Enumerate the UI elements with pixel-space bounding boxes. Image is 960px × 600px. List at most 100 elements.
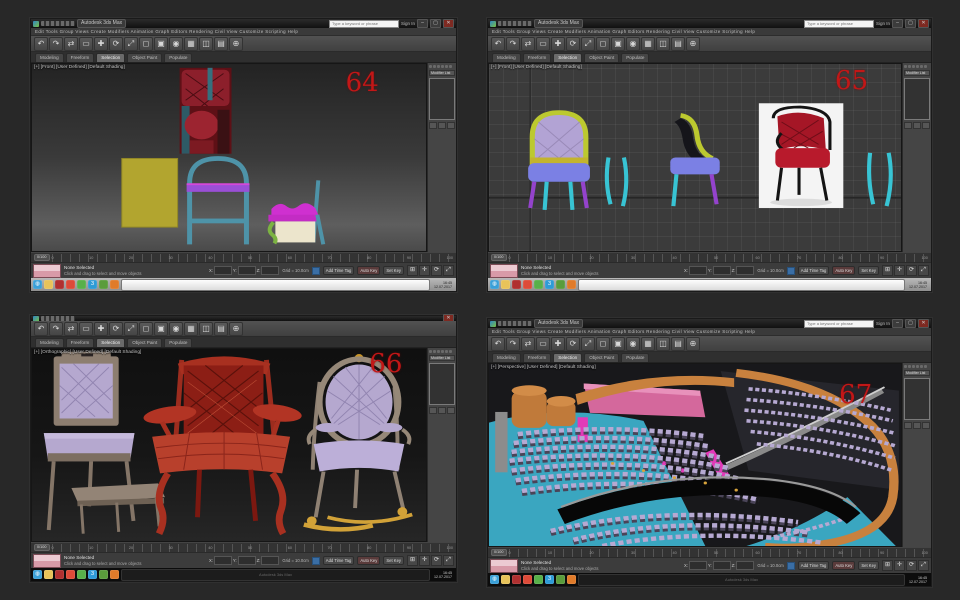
open-window-button[interactable] (121, 279, 430, 291)
windows-taskbar[interactable]: ◍3 16:4512.07.2017 (488, 278, 931, 291)
title-bar[interactable]: Autodesk 3ds Max Sign In – ▢ ✕ (488, 19, 931, 28)
command-panel-tabs[interactable] (904, 65, 930, 68)
modifier-list-dropdown[interactable]: Modifier List (429, 70, 455, 76)
media-player-icon[interactable] (55, 570, 64, 579)
reference-photo-red-chairs[interactable] (180, 68, 232, 154)
messenger-icon[interactable] (534, 280, 543, 289)
app-3-icon[interactable]: 3 (88, 280, 97, 289)
select-link-icon[interactable]: ⇄ (64, 37, 78, 51)
zoom-extents-icon[interactable]: ⊞ (407, 555, 418, 566)
selection-region-icon[interactable]: ▭ (79, 37, 93, 51)
viewport-label[interactable]: [+] [Front] [User Defined] [Default Shad… (34, 65, 125, 70)
max-app-icon[interactable] (556, 575, 565, 584)
maximize-viewport-icon[interactable]: ⤢ (443, 265, 454, 276)
redo-icon[interactable]: ↷ (49, 322, 63, 336)
chair-front-outline[interactable] (187, 158, 250, 244)
system-tray-clock[interactable]: 16:4512.07.2017 (907, 576, 929, 584)
photoshop-app-icon[interactable] (567, 575, 576, 584)
viewport-front[interactable]: [+] [Front] [User Defined] [Default Shad… (31, 63, 427, 252)
maximize-button[interactable]: ▢ (905, 319, 916, 328)
maximize-viewport-icon[interactable]: ⤢ (918, 560, 929, 571)
curve-editor-icon[interactable]: ▤ (671, 37, 685, 51)
set-key-button[interactable]: Set Key (383, 266, 404, 275)
coordinate-display[interactable]: X: Y: Z: (684, 561, 754, 570)
viewport-front[interactable]: [+] [Front] [User Defined] [Default Shad… (488, 63, 902, 252)
scale-icon[interactable]: ⤢ (124, 37, 138, 51)
pan-icon[interactable]: ✛ (419, 265, 430, 276)
rib-tab-item[interactable]: Freeform (66, 53, 95, 62)
add-time-tag[interactable]: Add Time Tag (323, 556, 355, 565)
rotate-icon[interactable]: ⟳ (566, 37, 580, 51)
maximize-button[interactable]: ▢ (430, 19, 441, 28)
rib-tab-item[interactable]: Object Paint (584, 353, 619, 362)
infocenter-search-input[interactable] (329, 20, 399, 28)
command-panel[interactable]: Modifier List (902, 63, 931, 252)
material-editor-icon[interactable]: ◉ (626, 37, 640, 51)
viewport-label[interactable]: [+] [Orthographic] [User Defined] [Defau… (34, 350, 141, 355)
windows-taskbar[interactable]: ◍3 Autodesk 3ds Max 16:4512.07.2017 (488, 573, 931, 586)
auto-key-button[interactable]: Auto Key (832, 561, 855, 570)
title-bar[interactable]: Autodesk 3ds Max Sign In – ▢ ✕ (31, 19, 456, 28)
media-player-icon[interactable] (55, 280, 64, 289)
command-panel[interactable]: Modifier List (427, 63, 456, 252)
snap-toggle-icon[interactable]: ◻ (596, 337, 610, 351)
rib-tab-item[interactable]: Populate (621, 53, 649, 62)
rib-tab-item[interactable]: Object Paint (127, 53, 162, 62)
curve-editor-icon[interactable]: ▤ (671, 337, 685, 351)
media-player-icon[interactable] (512, 575, 521, 584)
mirror-icon[interactable]: ⊕ (686, 37, 700, 51)
orbit-icon[interactable]: ⟳ (906, 560, 917, 571)
app-3-icon[interactable]: 3 (88, 570, 97, 579)
sign-in-label[interactable]: Sign In (876, 21, 890, 26)
pan-icon[interactable]: ✛ (419, 555, 430, 566)
rib-tab-item[interactable]: Selection (96, 338, 125, 347)
max-app-icon[interactable] (99, 570, 108, 579)
modifier-list-dropdown[interactable]: Modifier List (904, 370, 930, 376)
set-key-button[interactable]: Set Key (858, 561, 879, 570)
close-button[interactable]: ✕ (443, 19, 454, 28)
render-setup-icon[interactable]: ▦ (641, 337, 655, 351)
windows-taskbar[interactable]: ◍3 16:4512.07.2017 (31, 278, 456, 291)
minimize-button[interactable]: – (892, 319, 903, 328)
scale-icon[interactable]: ⤢ (581, 37, 595, 51)
set-key-button[interactable]: Set Key (858, 266, 879, 275)
zoom-extents-icon[interactable]: ⊞ (882, 265, 893, 276)
selection-region-icon[interactable]: ▭ (79, 322, 93, 336)
quick-access-toolbar[interactable] (41, 21, 75, 26)
menu-bar[interactable]: Edit Tools Group Views Create Modifiers … (31, 28, 456, 36)
stack-buttons[interactable] (904, 422, 930, 429)
zoom-extents-icon[interactable]: ⊞ (882, 560, 893, 571)
material-editor-icon[interactable]: ◉ (169, 322, 183, 336)
maximize-viewport-icon[interactable]: ⤢ (918, 265, 929, 276)
rib-tab-item[interactable]: Modeling (35, 53, 64, 62)
mirror-icon[interactable]: ⊕ (686, 337, 700, 351)
track-bar[interactable]: 0/100 0102030405060708090100 (31, 252, 456, 262)
material-editor-icon[interactable]: ◉ (169, 37, 183, 51)
modifier-stack[interactable] (904, 78, 930, 120)
render-setup-icon[interactable]: ▦ (641, 37, 655, 51)
command-panel-tabs[interactable] (429, 65, 455, 68)
infocenter-search-input[interactable] (804, 320, 874, 328)
rib-tab-item[interactable]: Populate (164, 338, 192, 347)
modifier-list-dropdown[interactable]: Modifier List (429, 355, 455, 361)
rib-tab-item[interactable]: Selection (553, 53, 582, 62)
coordinate-display[interactable]: X: Y: Z: (209, 266, 279, 275)
rib-tab-item[interactable]: Selection (96, 53, 125, 62)
rocking-chair[interactable] (304, 354, 412, 529)
messenger-icon[interactable] (77, 280, 86, 289)
modifier-stack[interactable] (429, 78, 455, 120)
time-tag-icon[interactable] (312, 267, 320, 275)
layer-manager-icon[interactable]: ◫ (199, 322, 213, 336)
snap-toggle-icon[interactable]: ◻ (596, 37, 610, 51)
auto-key-button[interactable]: Auto Key (832, 266, 855, 275)
rotate-icon[interactable]: ⟳ (109, 37, 123, 51)
snap-toggle-icon[interactable]: ◻ (139, 37, 153, 51)
messenger-icon[interactable] (534, 575, 543, 584)
select-move-icon[interactable]: ✚ (94, 37, 108, 51)
selection-region-icon[interactable]: ▭ (536, 37, 550, 51)
rib-tab-item[interactable]: Selection (553, 353, 582, 362)
max-app-icon[interactable] (99, 280, 108, 289)
time-slider[interactable]: 0/100 (34, 254, 50, 261)
rib-tab-item[interactable]: Object Paint (584, 53, 619, 62)
pan-icon[interactable]: ✛ (894, 560, 905, 571)
